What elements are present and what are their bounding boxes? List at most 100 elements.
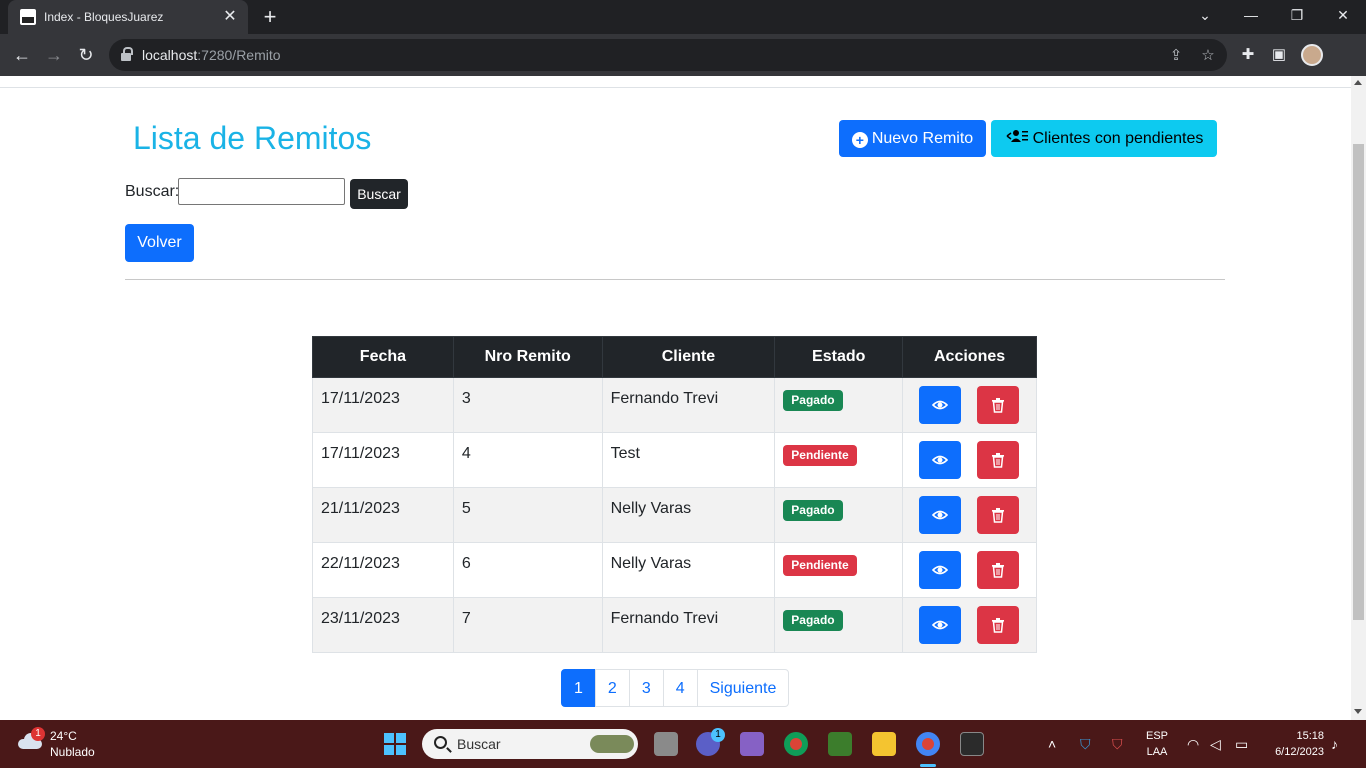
new-tab-button[interactable]: + xyxy=(259,6,281,28)
cell-cliente: Fernando Trevi xyxy=(601,377,776,433)
status-badge: Pendiente xyxy=(783,555,857,576)
pending-clients-button[interactable]: Clientes con pendientes xyxy=(991,120,1217,157)
delete-button[interactable] xyxy=(977,551,1020,589)
chrome-icon[interactable] xyxy=(784,732,808,756)
table-row: 22/11/2023 6 Nelly Varas Pendiente xyxy=(312,542,1037,598)
status-badge: Pagado xyxy=(783,610,843,631)
page-link-next[interactable]: Siguiente xyxy=(696,669,790,707)
back-button[interactable]: Volver xyxy=(125,224,194,262)
view-button[interactable] xyxy=(919,441,962,479)
navbar-divider xyxy=(0,87,1351,88)
table-row: 23/11/2023 7 Fernando Trevi Pagado xyxy=(312,597,1037,653)
task-view-icon[interactable] xyxy=(654,732,678,756)
extensions-puzzle-icon[interactable]: ✚ xyxy=(1237,44,1259,66)
battery-icon[interactable]: ▭ xyxy=(1235,736,1248,752)
table-header-row: Fecha Nro Remito Cliente Estado Acciones xyxy=(312,336,1037,378)
cell-acciones xyxy=(902,377,1037,433)
forward-arrow-icon[interactable]: → xyxy=(42,43,66,67)
page-link-2[interactable]: 2 xyxy=(594,669,630,707)
volume-icon[interactable]: ◁ xyxy=(1210,736,1221,752)
notifications-bell-icon[interactable]: ♪ xyxy=(1331,736,1338,752)
share-icon[interactable]: ⇪ xyxy=(1167,47,1185,65)
cell-fecha: 21/11/2023 xyxy=(312,487,454,543)
delete-button[interactable] xyxy=(977,441,1020,479)
chrome-profile-icon[interactable] xyxy=(916,732,940,756)
new-remito-button[interactable]: + Nuevo Remito xyxy=(839,120,986,157)
url-text: localhost:7280/Remito xyxy=(142,47,281,63)
page-title: Lista de Remitos xyxy=(133,120,372,156)
tab-close-icon[interactable]: ✕ xyxy=(220,7,240,27)
cell-nro-remito: 5 xyxy=(452,487,603,543)
bookmark-star-icon[interactable]: ☆ xyxy=(1199,47,1217,65)
status-badge: Pagado xyxy=(783,390,843,411)
address-bar[interactable]: localhost:7280/Remito ⇪ ☆ xyxy=(109,39,1227,71)
wifi-icon[interactable]: ◠ xyxy=(1187,736,1199,752)
close-window-button[interactable]: ✕ xyxy=(1323,0,1363,30)
page-scrollbar[interactable] xyxy=(1351,76,1366,720)
restore-button[interactable]: ❐ xyxy=(1277,0,1317,30)
page-link-4[interactable]: 4 xyxy=(662,669,698,707)
cell-acciones xyxy=(902,542,1037,598)
delete-button[interactable] xyxy=(977,386,1020,424)
tray-overflow-chevron-icon[interactable]: ˄ xyxy=(1048,736,1056,752)
browser-tab[interactable]: Index - BloquesJuarez ✕ xyxy=(8,0,248,34)
file-explorer-icon[interactable] xyxy=(872,732,896,756)
security-shield-icon[interactable]: ⛉ xyxy=(1112,736,1123,752)
back-arrow-icon[interactable]: ← xyxy=(10,43,34,67)
lock-icon[interactable] xyxy=(121,47,133,61)
visual-studio-icon[interactable] xyxy=(740,732,764,756)
scrollbar-thumb[interactable] xyxy=(1353,144,1364,620)
terminal-icon[interactable] xyxy=(960,732,984,756)
header-nro-remito: Nro Remito xyxy=(452,336,603,378)
clock-time[interactable]: 15:18 xyxy=(1268,730,1324,742)
reload-icon[interactable]: ↻ xyxy=(74,43,98,67)
cell-estado: Pendiente xyxy=(774,432,904,488)
teams-badge: 1 xyxy=(711,728,725,742)
page-link-1[interactable]: 1 xyxy=(561,669,596,707)
search-button[interactable]: Buscar xyxy=(350,179,408,209)
clock-date[interactable]: 6/12/2023 xyxy=(1260,746,1324,758)
delete-button[interactable] xyxy=(977,496,1020,534)
weather-condition[interactable]: Nublado xyxy=(50,745,95,759)
scroll-down-arrow-icon[interactable] xyxy=(1354,709,1362,714)
table-body: 17/11/2023 3 Fernando Trevi Pagado 17/11/202… xyxy=(312,377,1037,653)
profile-avatar[interactable] xyxy=(1301,44,1323,66)
scroll-up-arrow-icon[interactable] xyxy=(1354,80,1362,85)
snipping-tool-icon[interactable] xyxy=(828,732,852,756)
header-estado: Estado xyxy=(774,336,904,378)
view-button[interactable] xyxy=(919,606,962,644)
cell-fecha: 17/11/2023 xyxy=(312,432,454,488)
delete-button[interactable] xyxy=(977,606,1020,644)
defender-shield-icon[interactable]: ⛉ xyxy=(1080,736,1091,752)
cell-estado: Pagado xyxy=(774,487,904,543)
status-badge: Pendiente xyxy=(783,445,857,466)
tab-search-icon[interactable]: ⌄ xyxy=(1185,0,1225,30)
cell-estado: Pagado xyxy=(774,377,904,433)
taskbar-search-box[interactable]: Buscar xyxy=(422,729,638,759)
cell-acciones xyxy=(902,487,1037,543)
header-acciones: Acciones xyxy=(902,336,1037,378)
weather-notification-badge: 1 xyxy=(31,727,45,741)
cell-cliente: Fernando Trevi xyxy=(601,597,776,653)
search-highlight-image xyxy=(590,735,634,753)
table-row: 17/11/2023 3 Fernando Trevi Pagado xyxy=(312,377,1037,433)
search-input[interactable] xyxy=(178,178,345,205)
language-indicator[interactable]: ESP xyxy=(1145,730,1169,742)
table-row: 17/11/2023 4 Test Pendiente xyxy=(312,432,1037,488)
windows-start-icon[interactable] xyxy=(384,733,406,755)
view-button[interactable] xyxy=(919,551,962,589)
view-button[interactable] xyxy=(919,496,962,534)
view-button[interactable] xyxy=(919,386,962,424)
side-panel-icon[interactable]: ▣ xyxy=(1268,44,1290,66)
header-fecha: Fecha xyxy=(312,336,454,378)
table-row: 21/11/2023 5 Nelly Varas Pagado xyxy=(312,487,1037,543)
weather-temperature[interactable]: 24°C xyxy=(50,729,77,743)
taskbar-search-placeholder: Buscar xyxy=(457,736,501,752)
minimize-button[interactable]: — xyxy=(1231,0,1271,30)
cell-nro-remito: 7 xyxy=(452,597,603,653)
status-badge: Pagado xyxy=(783,500,843,521)
keyboard-layout-indicator[interactable]: LAA xyxy=(1145,746,1169,758)
new-remito-label: Nuevo Remito xyxy=(871,129,974,147)
cell-cliente: Nelly Varas xyxy=(601,542,776,598)
page-link-3[interactable]: 3 xyxy=(628,669,664,707)
